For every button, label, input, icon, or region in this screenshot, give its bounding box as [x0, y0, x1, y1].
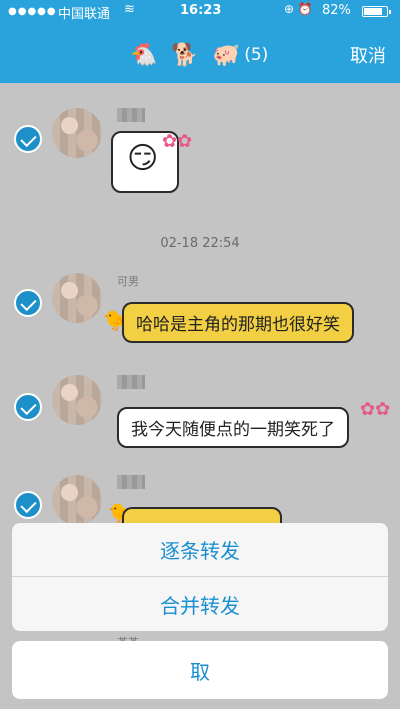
action-sheet-cancel-button[interactable]: 取 — [12, 641, 388, 699]
pig-icon: 🐖 — [212, 42, 241, 68]
flower-icon: ✿✿ — [162, 131, 193, 152]
battery-fill — [364, 8, 383, 15]
battery-icon — [362, 6, 391, 17]
emoji-face-icon: 😏 — [127, 141, 159, 176]
select-checkbox[interactable] — [14, 393, 42, 421]
avatar — [52, 475, 102, 525]
select-checkbox[interactable] — [14, 491, 42, 519]
select-checkbox[interactable] — [14, 289, 42, 317]
selected-contacts: 🐔 🐕 🐖 (5) — [130, 40, 268, 70]
dog-icon: 🐕 — [171, 42, 199, 68]
merge-forward-button[interactable]: 合并转发 — [12, 577, 388, 631]
avatar — [52, 375, 102, 425]
cancel-button[interactable]: 取消 — [350, 42, 386, 68]
status-bar: ●●●●● 中国联通 ≋ 16:23 ⊕ ⏰ 82% — [0, 0, 400, 22]
battery-percent: 82% — [322, 3, 351, 18]
carrier-name: 中国联通 — [58, 7, 111, 22]
top-bar: ●●●●● 中国联通 ≋ 16:23 ⊕ ⏰ 82% 🐔 🐕 🐖 (5) 取消 — [0, 0, 400, 83]
status-indicators: ⊕ ⏰ — [284, 2, 313, 16]
sender-name — [117, 108, 145, 122]
sender-name — [117, 375, 145, 389]
signal-strength: ●●●●● — [8, 6, 57, 17]
status-time: 16:23 — [180, 3, 222, 18]
timestamp: 02-18 22:54 — [160, 236, 240, 251]
sender-name: 可男 — [117, 275, 139, 288]
flower-icon: ✿✿ — [360, 399, 391, 420]
wifi-icon: ≋ — [124, 2, 135, 17]
chicken-icon: 🐔 — [130, 42, 158, 68]
sender-name — [117, 475, 145, 489]
message-bubble[interactable]: 我今天随便点的一期笑死了 — [117, 407, 349, 448]
forward-one-by-one-button[interactable]: 逐条转发 — [12, 523, 388, 577]
message-bubble[interactable]: 哈哈是主角的那期也很好笑 — [122, 302, 354, 343]
select-checkbox[interactable] — [14, 125, 42, 153]
avatar — [52, 108, 102, 158]
forward-options: 逐条转发 合并转发 — [12, 523, 388, 631]
avatar — [52, 273, 102, 323]
selected-count: (5) — [244, 45, 269, 65]
